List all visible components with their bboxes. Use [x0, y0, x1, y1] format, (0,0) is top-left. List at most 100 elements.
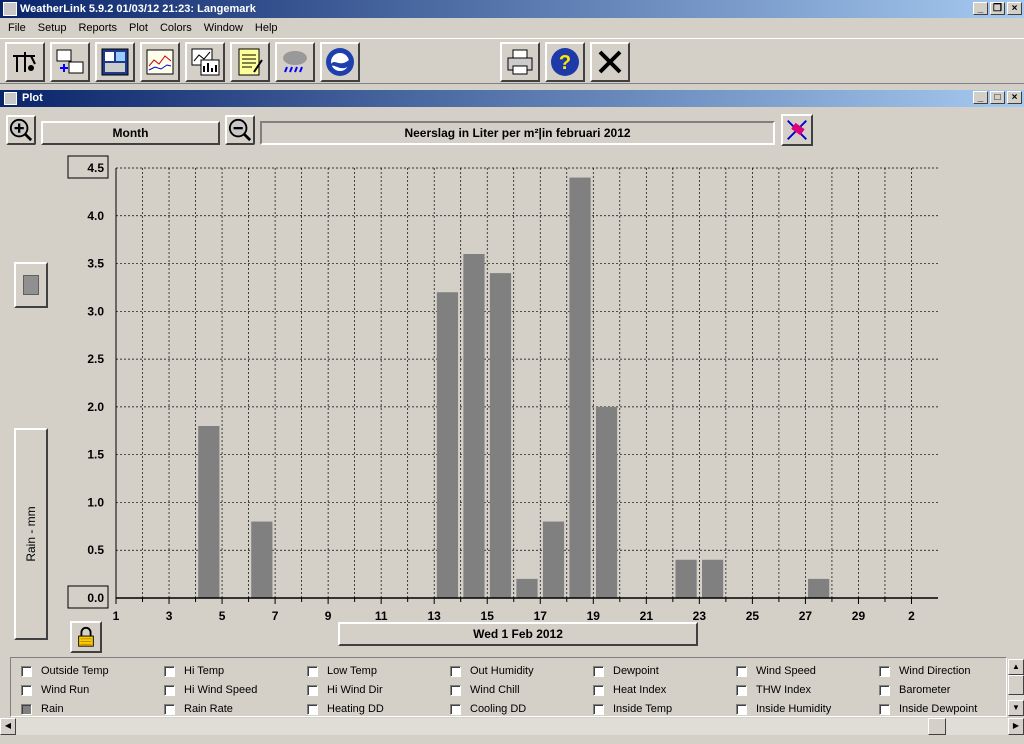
eraser-button[interactable]	[781, 114, 813, 146]
close-button[interactable]	[590, 42, 630, 82]
legend-checkbox[interactable]	[164, 665, 175, 677]
plot-maximize-button[interactable]: □	[990, 91, 1005, 104]
legend-item-out-humidity[interactable]: Out Humidity	[450, 665, 534, 677]
legend-checkbox[interactable]	[879, 684, 890, 696]
chart-title-field[interactable]: Neerslag in Liter per m²|in februari 201…	[260, 121, 775, 145]
legend-checkbox[interactable]	[450, 665, 461, 677]
legend-label: Wind Chill	[470, 684, 520, 696]
legend-item-heating-dd[interactable]: Heating DD	[307, 703, 384, 715]
legend-item-wind-chill[interactable]: Wind Chill	[450, 684, 520, 696]
legend-item-hi-temp[interactable]: Hi Temp	[164, 665, 224, 677]
plot-close-button[interactable]: ×	[1007, 91, 1022, 104]
minimize-button[interactable]: _	[973, 2, 988, 15]
legend-checkbox[interactable]	[450, 684, 461, 696]
legend-label: Low Temp	[327, 665, 377, 677]
legend-checkbox[interactable]	[736, 665, 747, 677]
plot-button[interactable]	[185, 42, 225, 82]
menu-setup[interactable]: Setup	[32, 19, 73, 37]
legend-item-wind-speed[interactable]: Wind Speed	[736, 665, 816, 677]
legend-item-cooling-dd[interactable]: Cooling DD	[450, 703, 526, 715]
legend-item-inside-humidity[interactable]: Inside Humidity	[736, 703, 831, 715]
app-title: WeatherLink 5.9.2 01/03/12 21:23: Langem…	[20, 3, 256, 15]
legend-label: Heat Index	[613, 684, 667, 696]
legend-checkbox[interactable]	[736, 703, 747, 715]
x-tick-label: 13	[428, 609, 442, 622]
legend-item-hi-wind-dir[interactable]: Hi Wind Dir	[307, 684, 383, 696]
legend-checkbox[interactable]	[307, 703, 318, 715]
legend-item-low-temp[interactable]: Low Temp	[307, 665, 377, 677]
scroll-right-button[interactable]: ▶	[1008, 718, 1024, 735]
horizontal-scroll-thumb[interactable]	[928, 718, 946, 735]
legend-checkbox[interactable]	[21, 665, 32, 677]
transfer-button[interactable]	[50, 42, 90, 82]
rain-chart: 0.00.51.01.52.02.53.03.54.04.51 3 5 7 9 11 13 1…	[67, 155, 938, 622]
print-icon	[507, 49, 533, 75]
legend-label: Out Humidity	[470, 665, 534, 677]
bar-day-6	[251, 521, 273, 598]
x-tick-label: 25	[746, 609, 760, 622]
legend-label: Outside Temp	[41, 665, 109, 677]
strip-chart-button[interactable]	[140, 42, 180, 82]
scale-toggle-indicator	[23, 275, 39, 295]
legend-checkbox[interactable]	[164, 684, 175, 696]
scroll-left-button[interactable]: ◀	[0, 718, 16, 735]
scroll-down-button[interactable]: ▼	[1008, 700, 1024, 716]
station-button[interactable]	[5, 42, 45, 82]
noaa-button[interactable]	[320, 42, 360, 82]
scroll-thumb[interactable]	[1008, 675, 1024, 695]
legend-item-dewpoint[interactable]: Dewpoint	[593, 665, 659, 677]
legend-checkbox[interactable]	[450, 703, 461, 715]
legend-checkbox[interactable]	[593, 665, 604, 677]
menu-file[interactable]: File	[2, 19, 32, 37]
period-selector[interactable]: Month	[41, 121, 220, 145]
zoom-in-button[interactable]	[6, 115, 36, 145]
notes-button[interactable]	[230, 42, 270, 82]
close-icon	[598, 50, 622, 74]
date-selector[interactable]: Wed 1 Feb 2012	[338, 622, 698, 646]
scroll-up-button[interactable]: ▲	[1008, 659, 1024, 675]
plot-minimize-button[interactable]: _	[973, 91, 988, 104]
menu-reports[interactable]: Reports	[72, 19, 123, 37]
legend-checkbox[interactable]	[164, 703, 175, 715]
menu-colors[interactable]: Colors	[154, 19, 198, 37]
legend-item-barometer[interactable]: Barometer	[879, 684, 950, 696]
legend-item-heat-index[interactable]: Heat Index	[593, 684, 666, 696]
bulletin-button[interactable]	[95, 42, 135, 82]
legend-vertical-scrollbar[interactable]: ▲ ▼	[1008, 659, 1024, 716]
y-tick-label: 2.5	[87, 352, 104, 366]
help-button[interactable]: ?	[545, 42, 585, 82]
legend-label: Barometer	[899, 684, 951, 696]
legend-item-wind-run[interactable]: Wind Run	[21, 684, 89, 696]
menu-window[interactable]: Window	[198, 19, 249, 37]
legend-item-rain-rate[interactable]: Rain Rate	[164, 703, 233, 715]
zoom-out-button[interactable]	[225, 115, 255, 145]
legend-checkbox[interactable]	[21, 703, 32, 715]
legend-item-rain[interactable]: Rain	[21, 703, 64, 715]
legend-item-hi-wind-speed[interactable]: Hi Wind Speed	[164, 684, 257, 696]
legend-checkbox[interactable]	[307, 665, 318, 677]
restore-button[interactable]: ❐	[990, 2, 1005, 15]
horizontal-scrollbar[interactable]: ◀ ▶	[0, 718, 1024, 735]
menu-help[interactable]: Help	[249, 19, 284, 37]
y-axis-label-button[interactable]: Rain - mm	[14, 428, 48, 640]
legend-label: THW Index	[756, 684, 812, 696]
legend-checkbox[interactable]	[21, 684, 32, 696]
scale-toggle-button[interactable]	[14, 262, 48, 308]
legend-item-inside-dewpoint[interactable]: Inside Dewpoint	[879, 703, 977, 715]
legend-checkbox[interactable]	[879, 703, 890, 715]
legend-checkbox[interactable]	[879, 665, 890, 677]
close-window-button[interactable]: ×	[1007, 2, 1022, 15]
weather-button[interactable]	[275, 42, 315, 82]
legend-item-wind-direction[interactable]: Wind Direction	[879, 665, 971, 677]
legend-checkbox[interactable]	[593, 703, 604, 715]
legend-item-inside-temp[interactable]: Inside Temp	[593, 703, 672, 715]
lock-button[interactable]	[70, 621, 102, 653]
legend-item-thw-index[interactable]: THW Index	[736, 684, 811, 696]
legend-checkbox[interactable]	[593, 684, 604, 696]
legend-item-outside-temp[interactable]: Outside Temp	[21, 665, 109, 677]
legend-checkbox[interactable]	[307, 684, 318, 696]
print-button[interactable]	[500, 42, 540, 82]
menu-plot[interactable]: Plot	[123, 19, 154, 37]
legend-checkbox[interactable]	[736, 684, 747, 696]
plot-window-title-bar: Plot _ □ ×	[0, 90, 1024, 107]
